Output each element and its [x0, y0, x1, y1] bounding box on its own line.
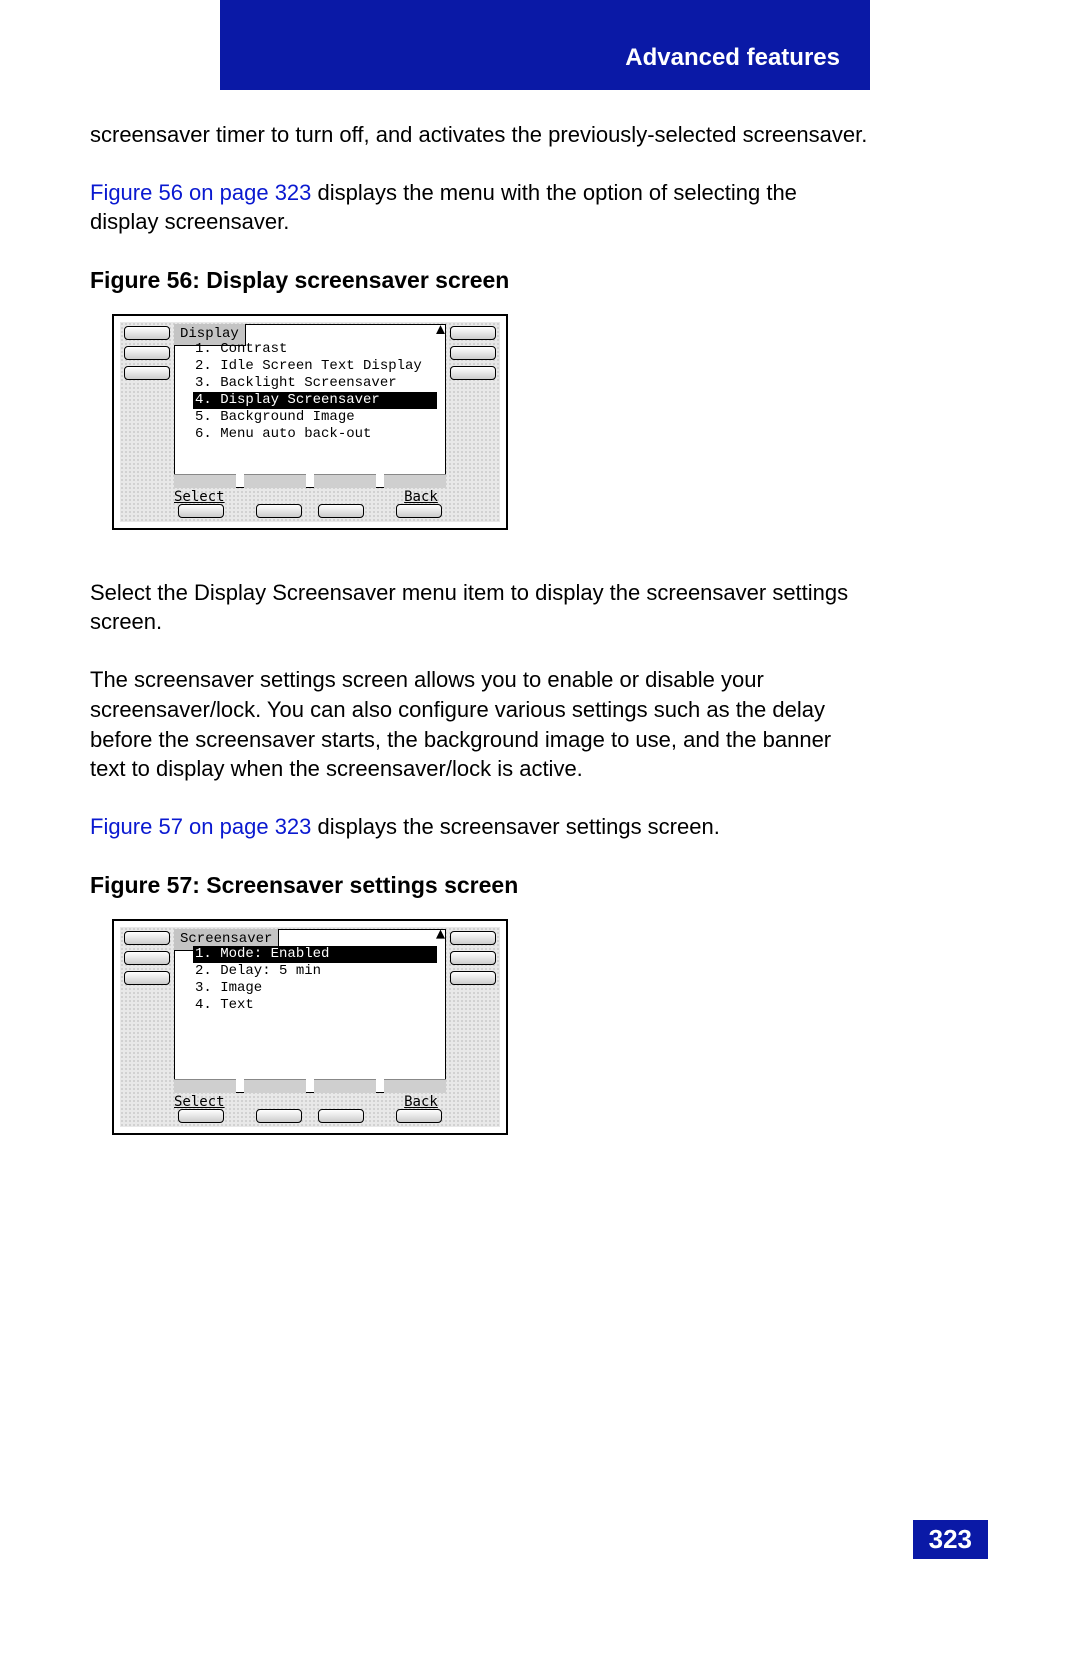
- menu-item: 6. Menu auto back-out: [193, 426, 437, 443]
- paragraph-intro: screensaver timer to turn off, and activ…: [90, 120, 870, 150]
- hardkey-icon: [450, 951, 496, 965]
- header-bar: Advanced features: [220, 0, 870, 90]
- softkey-shade: [174, 1079, 446, 1093]
- figure-56-menu: 1. Contrast 2. Idle Screen Text Display …: [193, 341, 437, 443]
- figure-56-caption: Figure 56: Display screensaver screen: [90, 265, 870, 296]
- scroll-up-icon: [436, 930, 445, 939]
- hardkey-icon: [450, 346, 496, 360]
- figure-56-screen: Display 1. Contrast 2. Idle Screen Text …: [174, 324, 446, 488]
- hardkey-icon: [450, 326, 496, 340]
- figure-57-caption: Figure 57: Screensaver settings screen: [90, 870, 870, 901]
- hardkey-icon: [124, 346, 170, 360]
- menu-item: 3. Backlight Screensaver: [193, 375, 437, 392]
- figure-57-screen: Screensaver 1. Mode: Enabled 2. Delay: 5…: [174, 929, 446, 1093]
- menu-item: 2. Delay: 5 min: [193, 963, 437, 980]
- paragraph-figref-57: Figure 57 on page 323 displays the scree…: [90, 812, 870, 842]
- hardkey-icon: [318, 504, 364, 518]
- hardkey-icon: [124, 971, 170, 985]
- hardkey-icon: [450, 971, 496, 985]
- hardkey-icon: [318, 1109, 364, 1123]
- hardkey-icon: [178, 504, 224, 518]
- hardkey-icon: [124, 951, 170, 965]
- hardkey-icon: [178, 1109, 224, 1123]
- figure-57-softkeys: Select Back: [174, 1093, 446, 1107]
- softkey-select: Select: [174, 488, 225, 502]
- paragraph-settings-desc: The screensaver settings screen allows y…: [90, 665, 870, 784]
- hardkey-icon: [256, 504, 302, 518]
- page-number: 323: [913, 1520, 988, 1559]
- paragraph-figref-57-rest: displays the screensaver settings screen…: [311, 814, 719, 839]
- header-title: Advanced features: [625, 44, 840, 72]
- menu-item-selected: 1. Mode: Enabled: [193, 946, 437, 963]
- paragraph-select-item: Select the Display Screensaver menu item…: [90, 578, 870, 637]
- softkey-shade: [174, 474, 446, 488]
- softkey-select: Select: [174, 1093, 225, 1107]
- hardkey-icon: [450, 931, 496, 945]
- hardkey-icon: [256, 1109, 302, 1123]
- content: screensaver timer to turn off, and activ…: [90, 120, 870, 1182]
- figure-57-frame: Screensaver 1. Mode: Enabled 2. Delay: 5…: [112, 919, 508, 1135]
- hardkey-icon: [396, 1109, 442, 1123]
- menu-item-selected: 4. Display Screensaver: [193, 392, 437, 409]
- figure-57-menu: 1. Mode: Enabled 2. Delay: 5 min 3. Imag…: [193, 946, 437, 1014]
- hardkey-icon: [124, 931, 170, 945]
- scroll-up-icon: [436, 325, 445, 334]
- hardkey-icon: [450, 366, 496, 380]
- menu-item: 3. Image: [193, 980, 437, 997]
- figure-56-softkeys: Select Back: [174, 488, 446, 502]
- figure-56-lcd: Display 1. Contrast 2. Idle Screen Text …: [120, 322, 500, 522]
- link-figure-57[interactable]: Figure 57 on page 323: [90, 814, 311, 839]
- hardkey-icon: [124, 366, 170, 380]
- page: Advanced features screensaver timer to t…: [0, 0, 1080, 1669]
- menu-item: 1. Contrast: [193, 341, 437, 358]
- menu-item: 5. Background Image: [193, 409, 437, 426]
- figure-57-lcd: Screensaver 1. Mode: Enabled 2. Delay: 5…: [120, 927, 500, 1127]
- hardkey-icon: [124, 326, 170, 340]
- hardkey-icon: [396, 504, 442, 518]
- link-figure-56[interactable]: Figure 56 on page 323: [90, 180, 311, 205]
- paragraph-figref-56: Figure 56 on page 323 displays the menu …: [90, 178, 870, 237]
- menu-item: 4. Text: [193, 997, 437, 1014]
- softkey-back: Back: [396, 1093, 446, 1107]
- menu-item: 2. Idle Screen Text Display: [193, 358, 437, 375]
- figure-56-frame: Display 1. Contrast 2. Idle Screen Text …: [112, 314, 508, 530]
- softkey-back: Back: [396, 488, 446, 502]
